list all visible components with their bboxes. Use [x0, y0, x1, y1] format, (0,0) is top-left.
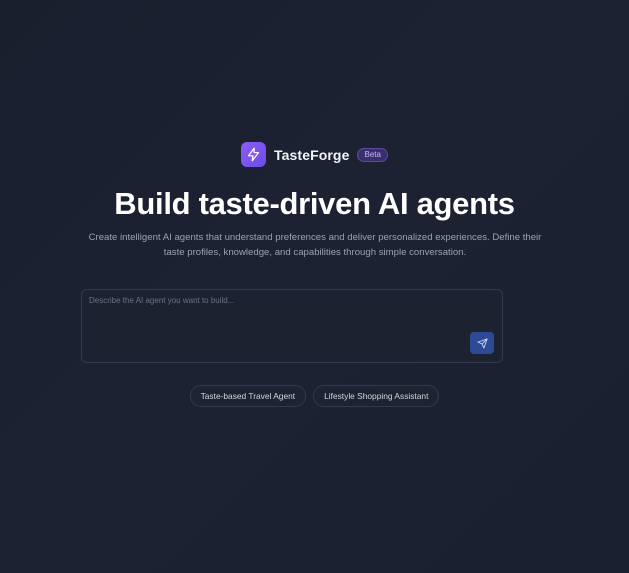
suggestion-chips: Taste-based Travel Agent Lifestyle Shopp… — [0, 385, 629, 407]
brand-name: TasteForge — [274, 146, 350, 163]
beta-badge: Beta — [357, 147, 388, 162]
landing-page: TasteForge Beta Build taste-driven AI ag… — [0, 0, 629, 573]
agent-prompt-box — [81, 289, 503, 363]
agent-description-input[interactable] — [89, 296, 469, 336]
suggestion-travel-agent[interactable]: Taste-based Travel Agent — [189, 385, 307, 407]
send-icon — [476, 337, 488, 349]
brand-header: TasteForge Beta — [0, 142, 629, 167]
lightning-bolt-icon — [241, 142, 267, 167]
page-subtitle: Create intelligent AI agents that unders… — [88, 232, 542, 258]
send-button[interactable] — [470, 332, 494, 354]
page-title: Build taste-driven AI agents — [114, 186, 515, 221]
suggestion-shopping-assistant[interactable]: Lifestyle Shopping Assistant — [313, 385, 440, 407]
